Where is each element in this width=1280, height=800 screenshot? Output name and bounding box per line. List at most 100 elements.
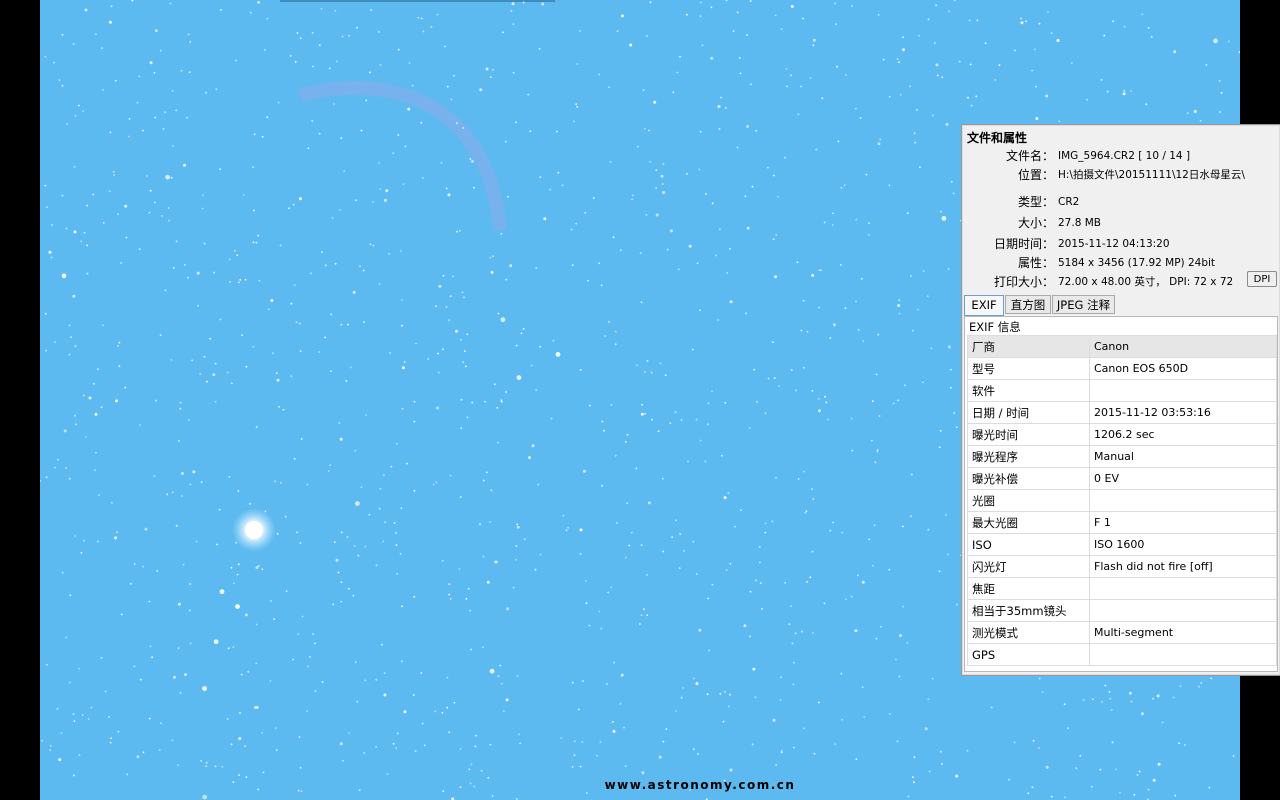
star	[383, 693, 387, 697]
star	[1108, 691, 1111, 693]
table-row[interactable]: 日期 / 时间 2015-11-12 03:53:16	[967, 401, 1277, 424]
table-row[interactable]: 型号 Canon EOS 650D	[967, 357, 1277, 380]
star	[109, 131, 112, 134]
file-properties-panel: 文件和属性 文件名： IMG_5964.CR2 [ 10 / 14 ] 位置： …	[961, 124, 1280, 676]
table-row[interactable]: 曝光时间 1206.2 sec	[967, 423, 1277, 446]
star	[73, 774, 75, 777]
table-row[interactable]: 厂商 Canon	[967, 335, 1277, 358]
exif-key: 日期 / 时间	[967, 401, 1090, 424]
table-row[interactable]: 光圈	[967, 489, 1277, 512]
star	[226, 371, 229, 374]
star	[494, 560, 498, 564]
star	[718, 127, 721, 130]
star	[658, 755, 662, 759]
star	[177, 647, 180, 650]
star	[506, 607, 510, 611]
star	[614, 330, 617, 333]
star	[1232, 755, 1235, 757]
star	[913, 756, 916, 758]
star	[936, 74, 939, 77]
star	[72, 294, 76, 298]
table-row[interactable]: 曝光程序 Manual	[967, 445, 1277, 468]
star	[101, 47, 103, 49]
star	[280, 482, 282, 484]
star	[465, 597, 468, 600]
table-row[interactable]: ISO ISO 1600	[967, 533, 1277, 556]
star	[738, 57, 741, 59]
table-row[interactable]: 焦距	[967, 577, 1277, 600]
star	[543, 217, 547, 221]
star	[164, 111, 166, 114]
star	[811, 389, 814, 392]
star	[97, 368, 99, 371]
star	[660, 174, 664, 178]
star	[74, 114, 77, 117]
star	[515, 121, 517, 124]
star	[178, 440, 180, 442]
star	[821, 97, 824, 100]
star	[375, 564, 378, 567]
star	[452, 275, 454, 278]
star	[784, 581, 787, 584]
star	[955, 603, 958, 606]
star	[346, 536, 349, 538]
tab-exif[interactable]: EXIF	[964, 295, 1004, 316]
star	[82, 394, 85, 397]
star	[1152, 697, 1154, 700]
table-row[interactable]: 相当于35mm镜头	[967, 599, 1277, 622]
table-row[interactable]: 最大光圈 F 1	[967, 511, 1277, 534]
star	[467, 587, 470, 590]
star	[321, 251, 323, 254]
star	[187, 33, 190, 36]
star	[1033, 48, 1036, 51]
star	[834, 743, 837, 746]
table-row[interactable]: 闪光灯 Flash did not fire [off]	[967, 555, 1277, 578]
star	[515, 558, 517, 561]
star	[489, 668, 495, 674]
star	[466, 333, 469, 336]
star	[573, 740, 576, 743]
star	[227, 647, 230, 650]
table-row[interactable]: GPS	[967, 643, 1277, 666]
star	[797, 113, 800, 116]
star	[902, 48, 905, 52]
star	[372, 244, 375, 247]
star	[435, 481, 438, 484]
star	[354, 449, 357, 452]
star	[871, 400, 874, 403]
star	[843, 184, 846, 187]
star	[183, 264, 186, 266]
star	[1184, 744, 1186, 746]
star	[916, 109, 918, 111]
info-label: 属性：	[1017, 256, 1054, 270]
star	[216, 543, 218, 546]
star	[306, 483, 309, 486]
tab-jpeg-comment[interactable]: JPEG 注释	[1052, 295, 1115, 314]
table-row[interactable]: 测光模式 Multi-segment	[967, 621, 1277, 644]
star	[240, 673, 243, 676]
star	[806, 330, 809, 333]
star	[290, 302, 293, 305]
star	[598, 262, 601, 265]
star	[749, 635, 751, 638]
star	[527, 456, 531, 460]
star	[94, 412, 98, 416]
star	[642, 89, 645, 91]
star	[692, 748, 695, 751]
exif-key: 闪光灯	[967, 555, 1090, 578]
star	[1050, 795, 1053, 798]
star	[442, 274, 445, 277]
tab-histogram[interactable]: 直方图	[1005, 295, 1051, 314]
star	[212, 373, 216, 377]
star	[331, 217, 334, 219]
info-row-attributes: 属性： 5184 x 3456 (17.92 MP) 24bit	[962, 254, 1280, 272]
table-row[interactable]: 曝光补偿 0 EV	[967, 467, 1277, 490]
star	[402, 183, 405, 186]
star	[845, 74, 847, 76]
dpi-button[interactable]: DPI	[1247, 271, 1277, 287]
star	[744, 195, 747, 198]
star	[329, 464, 332, 467]
star	[214, 765, 217, 768]
star	[196, 271, 200, 275]
table-row[interactable]: 软件	[967, 379, 1277, 402]
